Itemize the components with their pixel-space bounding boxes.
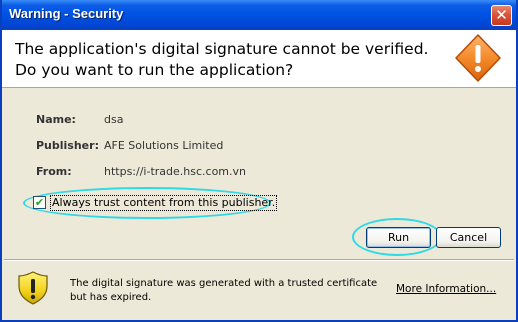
always-trust-label[interactable]: Always trust content from this publisher… [50, 195, 278, 211]
footer-message: The digital signature was generated with… [70, 278, 378, 303]
from-value: https://i-trade.hsc.com.vn [104, 165, 246, 178]
always-trust-checkbox[interactable]: ✔ [33, 196, 46, 209]
run-button[interactable]: Run [366, 227, 431, 248]
header-message-line1: The application's digital signature cann… [15, 40, 429, 58]
footer-divider [4, 259, 514, 261]
warning-diamond-icon [455, 34, 501, 82]
name-label: Name: [36, 113, 76, 126]
from-label: From: [36, 165, 72, 178]
cancel-button[interactable]: Cancel [436, 227, 501, 248]
security-warning-dialog: Warning - Security ✕ The application's d… [0, 0, 518, 322]
more-information-link[interactable]: More Information... [396, 283, 496, 295]
name-value: dsa [104, 113, 124, 126]
window-title: Warning - Security [9, 6, 124, 21]
publisher-label: Publisher: [36, 139, 99, 152]
header-message: The application's digital signature cann… [15, 39, 435, 81]
publisher-value: AFE Solutions Limited [104, 139, 224, 152]
dialog-header: The application's digital signature cann… [2, 30, 516, 88]
title-bar[interactable]: Warning - Security ✕ [2, 0, 516, 30]
close-button[interactable]: ✕ [491, 5, 512, 26]
warning-shield-icon [18, 271, 48, 305]
header-message-line2: Do you want to run the application? [15, 61, 294, 79]
close-icon: ✕ [495, 6, 508, 24]
